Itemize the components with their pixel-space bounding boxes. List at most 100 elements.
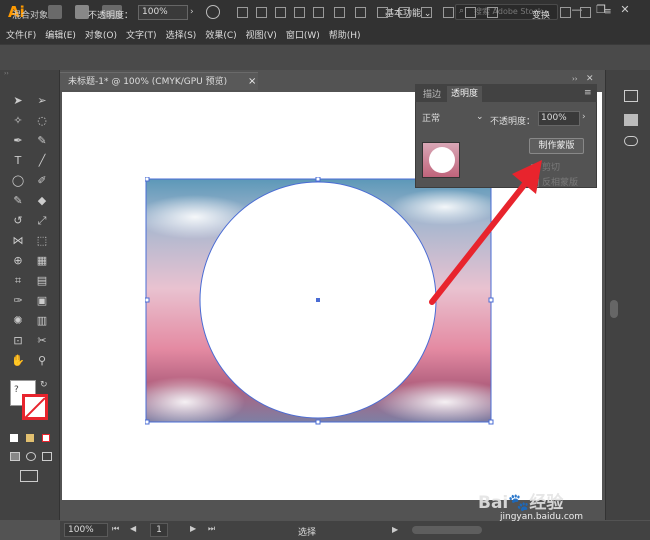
panel-menu-icon[interactable]: ≡ — [584, 88, 592, 98]
recolor-icon[interactable] — [206, 5, 220, 19]
toolbar-collapse-icon[interactable]: ›› — [4, 70, 56, 77]
last-artboard-icon[interactable]: ⏭ — [208, 524, 215, 534]
menu-window[interactable]: 窗口(W) — [286, 28, 320, 41]
distribute-bottom-icon[interactable] — [399, 7, 410, 18]
rotate-icon[interactable]: ↺ — [10, 214, 26, 228]
close-button[interactable]: ✕ — [618, 3, 632, 19]
menu-object[interactable]: 对象(O) — [85, 28, 117, 41]
handle-ml[interactable] — [145, 297, 150, 303]
horizontal-scrollbar[interactable] — [412, 526, 482, 534]
lasso-icon[interactable]: ◌ — [34, 114, 50, 128]
baidu-watermark: Bai🐾经验 — [478, 493, 564, 513]
blend-mode-select[interactable]: 正常 — [422, 112, 484, 126]
opacity-field[interactable]: 100% — [138, 5, 188, 20]
opacity-dropdown-icon[interactable]: › — [190, 7, 194, 17]
symbol-sprayer-icon[interactable]: ✺ — [10, 314, 26, 328]
align-middle-icon[interactable] — [313, 7, 324, 18]
shaper-icon[interactable]: ✎ — [10, 194, 26, 208]
paintbrush-icon[interactable]: ✐ — [34, 174, 50, 188]
distribute-center-icon[interactable] — [443, 7, 454, 18]
stock-icon[interactable] — [75, 5, 89, 19]
document-tab[interactable]: 未标题-1* @ 100% (CMYK/GPU 预览) — [60, 72, 258, 90]
distribute-middle-icon[interactable] — [377, 7, 388, 18]
menu-help[interactable]: 帮助(H) — [329, 28, 361, 41]
perspective-icon[interactable]: ▦ — [34, 254, 50, 268]
shape-builder-icon[interactable]: ⊕ — [10, 254, 26, 268]
direct-selection-icon[interactable]: ➢ — [34, 94, 50, 108]
control-bar-menu-icon[interactable]: ≡ — [604, 7, 612, 17]
transform-link[interactable]: 变换 — [532, 8, 550, 21]
arrow-shaft — [429, 177, 531, 305]
align-top-icon[interactable] — [294, 7, 305, 18]
align-bottom-icon[interactable] — [334, 7, 345, 18]
column-graph-icon[interactable]: ▥ — [34, 314, 50, 328]
color-mode-icon[interactable] — [10, 434, 18, 442]
handle-bl[interactable] — [145, 419, 150, 425]
previous-artboard-icon[interactable]: ◀ — [130, 524, 136, 533]
scale-icon[interactable]: ⤢ — [34, 214, 50, 228]
blend-icon[interactable]: ▣ — [34, 294, 50, 308]
edit-contents-icon[interactable] — [580, 7, 591, 18]
selection-icon[interactable]: ➤ — [10, 94, 26, 108]
close-document-icon[interactable]: × — [248, 76, 256, 87]
handle-bm[interactable] — [315, 419, 321, 425]
zoom-icon[interactable]: ⚲ — [34, 354, 50, 368]
panel-opacity-arrow-icon[interactable]: › — [582, 112, 586, 122]
none-mode-icon[interactable] — [42, 434, 50, 442]
libraries-icon[interactable] — [624, 136, 638, 146]
line-icon[interactable]: ╱ — [34, 154, 50, 168]
vertical-scrollbar[interactable] — [610, 300, 618, 318]
draw-normal-icon[interactable] — [10, 452, 20, 461]
status-menu-arrow-icon[interactable]: ▶ — [392, 525, 398, 534]
bridge-icon[interactable] — [48, 5, 62, 19]
panel-collapse-icon[interactable]: ›› — [572, 75, 578, 83]
menu-effect[interactable]: 效果(C) — [205, 28, 236, 41]
isolate-group-icon[interactable] — [560, 7, 571, 18]
properties-icon[interactable] — [624, 90, 638, 102]
zoom-select[interactable]: 100% — [64, 523, 108, 537]
magic-wand-icon[interactable]: ✧ — [10, 114, 26, 128]
menu-type[interactable]: 文字(T) — [126, 28, 157, 41]
screen-mode-icon[interactable] — [20, 470, 38, 482]
draw-inside-icon[interactable] — [42, 452, 52, 461]
menu-select[interactable]: 选择(S) — [166, 28, 197, 41]
menu-view[interactable]: 视图(V) — [246, 28, 277, 41]
curvature-icon[interactable]: ✎ — [34, 134, 50, 148]
handle-tl[interactable] — [145, 177, 150, 182]
distribute-right-icon[interactable] — [465, 7, 476, 18]
draw-behind-icon[interactable] — [26, 452, 36, 461]
gradient-mode-icon[interactable] — [26, 434, 34, 442]
menu-file[interactable]: 文件(F) — [6, 28, 36, 41]
align-right-icon[interactable] — [275, 7, 286, 18]
swap-fill-stroke-icon[interactable]: ↻ — [40, 380, 48, 390]
artboard-icon[interactable]: ⊡ — [10, 334, 26, 348]
align-left-icon[interactable] — [237, 7, 248, 18]
mesh-icon[interactable]: ⌗ — [10, 274, 26, 288]
next-artboard-icon[interactable]: ▶ — [190, 524, 196, 533]
handle-tm[interactable] — [315, 177, 321, 182]
tab-transparency[interactable]: 透明度 — [447, 86, 483, 102]
distribute-left-icon[interactable] — [421, 7, 432, 18]
align-to-icon[interactable] — [487, 7, 498, 18]
layers-icon[interactable] — [624, 114, 638, 126]
gradient-icon[interactable]: ▤ — [34, 274, 50, 288]
handle-br[interactable] — [488, 419, 494, 425]
stroke-swatch[interactable] — [22, 394, 48, 420]
slice-icon[interactable]: ✂ — [34, 334, 50, 348]
artboard-number-field[interactable]: 1 — [150, 523, 168, 537]
eraser-icon[interactable]: ◆ — [34, 194, 50, 208]
menu-edit[interactable]: 编辑(E) — [45, 28, 76, 41]
distribute-top-icon[interactable] — [355, 7, 366, 18]
hand-icon[interactable]: ✋ — [10, 354, 26, 368]
ellipse-icon[interactable]: ◯ — [10, 174, 26, 188]
first-artboard-icon[interactable]: ⏮ — [112, 524, 119, 534]
panel-opacity-field[interactable]: 100% — [538, 111, 580, 126]
panel-close-icon[interactable]: ✕ — [586, 74, 594, 84]
free-transform-icon[interactable]: ⬚ — [34, 234, 50, 248]
align-center-icon[interactable] — [256, 7, 267, 18]
width-icon[interactable]: ⋈ — [10, 234, 26, 248]
pen-icon[interactable]: ✒ — [10, 134, 26, 148]
eyedropper-icon[interactable]: ✑ — [10, 294, 26, 308]
type-icon[interactable]: T — [10, 154, 26, 168]
tab-stroke[interactable]: 描边 — [423, 87, 441, 100]
